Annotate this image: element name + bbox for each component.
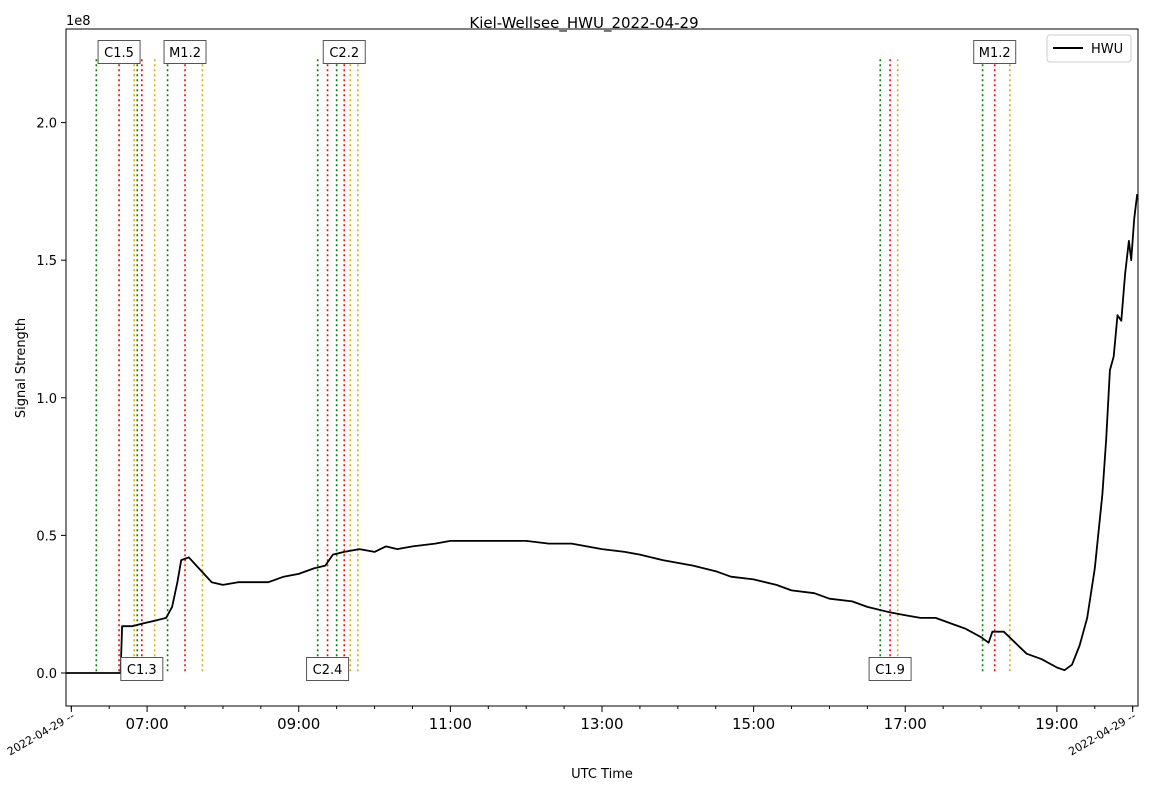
event-label-3: C2.4	[313, 663, 343, 678]
event-label-5: C1.9	[875, 663, 905, 678]
x-tick-label-2: 11:00	[429, 715, 472, 733]
x-axis-label: UTC Time	[571, 767, 633, 782]
event-label-0: C1.5	[104, 46, 134, 61]
event-label-4: C2.2	[329, 46, 359, 61]
x-tick-label-6: 19:00	[1035, 715, 1078, 733]
event-label-2: M1.2	[169, 46, 201, 61]
legend: HWU	[1046, 34, 1132, 63]
chart-figure: Kiel-Wellsee_HWU_2022-04-29 1e8 UTC Time…	[0, 0, 1169, 792]
y-tick-label-1: 0.5	[36, 529, 57, 544]
x-tick-label-1: 09:00	[277, 715, 320, 733]
y-tick-label-2: 1.0	[36, 392, 57, 407]
x-tick-label-3: 13:00	[580, 715, 623, 733]
event-label-6: M1.2	[979, 46, 1011, 61]
event-label-1: C1.3	[127, 663, 157, 678]
chart-title: Kiel-Wellsee_HWU_2022-04-29	[469, 14, 698, 33]
legend-label-hwu: HWU	[1091, 42, 1123, 57]
y-tick-label-3: 1.5	[36, 254, 57, 269]
figure-background	[0, 0, 1169, 792]
y-axis-label: Signal Strength	[14, 318, 29, 418]
y-tick-label-0: 0.0	[36, 667, 57, 682]
x-tick-label-4: 15:00	[732, 715, 775, 733]
y-tick-label-4: 2.0	[36, 117, 57, 132]
x-tick-label-5: 17:00	[884, 715, 927, 733]
x-tick-label-0: 07:00	[126, 715, 169, 733]
y-offset-label: 1e8	[66, 14, 91, 29]
